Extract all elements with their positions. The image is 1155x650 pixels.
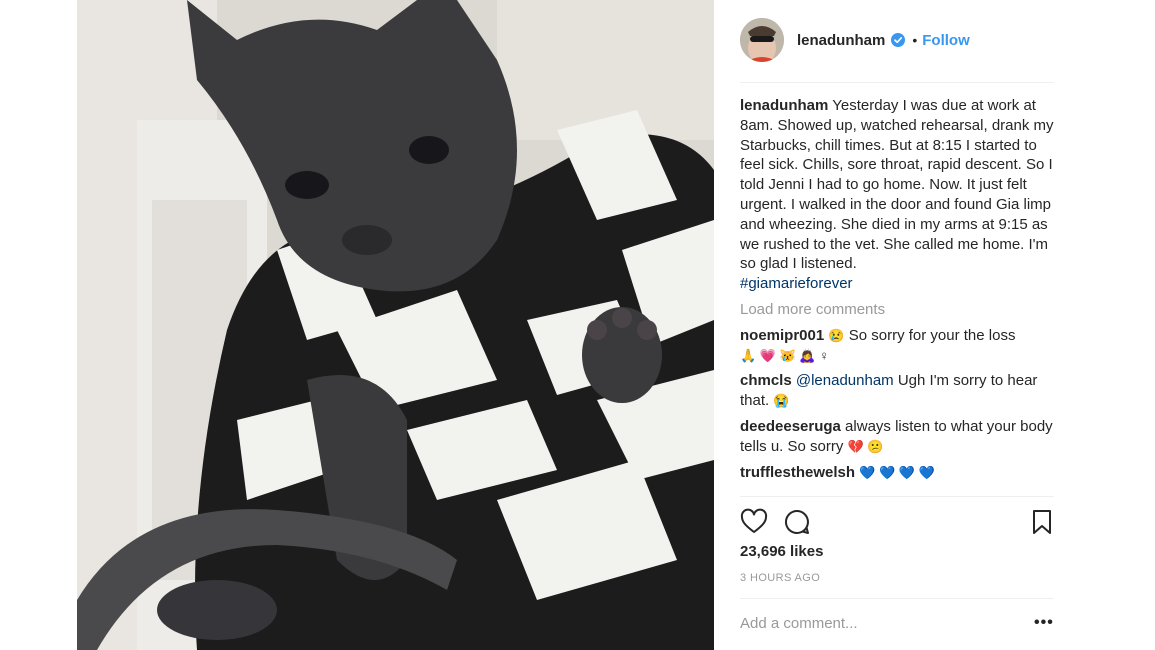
comment-emoji-line: 🙏 💗 😿 🙇‍♀️ ♀ (740, 347, 829, 363)
comment-username[interactable]: deedeeseruga (740, 418, 841, 435)
cat-in-sweater-image (77, 0, 714, 650)
comment-username[interactable]: trufflesthewelsh (740, 464, 855, 481)
avatar-image (740, 18, 784, 62)
header-divider (740, 82, 1054, 83)
action-bar (740, 508, 1054, 538)
likes-count[interactable]: 23,696 likes (740, 543, 823, 560)
follow-button[interactable]: Follow (922, 32, 970, 49)
comment-username[interactable]: noemipr001 (740, 327, 824, 344)
add-comment-divider (740, 598, 1054, 599)
post-header: lenadunham • Follow (740, 18, 1054, 62)
load-more-comments-button[interactable]: Load more comments (740, 300, 1058, 320)
comment-emoji: 💙 💙 💙 💙 (859, 464, 935, 480)
username-link[interactable]: lenadunham (797, 32, 885, 49)
post-timestamp[interactable]: 3 HOURS AGO (740, 572, 820, 584)
post-details-panel: lenadunham • Follow lenadunham Yesterday… (714, 0, 1155, 650)
comment-item: deedeeseruga always listen to what your … (740, 417, 1058, 457)
comment-mention-link[interactable]: @lenadunham (796, 372, 894, 389)
comments-divider (740, 496, 1054, 497)
comment-emoji: 😢 (828, 327, 845, 343)
comment-username[interactable]: chmcls (740, 372, 792, 389)
comment-item: trufflesthewelsh 💙 💙 💙 💙 (740, 463, 1058, 483)
comment-item: chmcls @lenadunham Ugh I'm sorry to hear… (740, 371, 1058, 411)
comment-text: So sorry for your the loss (844, 326, 1016, 344)
comment-emoji: 💔 😕 (847, 438, 884, 454)
header-separator: • (912, 32, 918, 48)
bookmark-icon[interactable] (1028, 508, 1056, 536)
heart-icon[interactable] (740, 508, 768, 536)
caption-text: Yesterday I was due at work at 8am. Show… (740, 97, 1054, 273)
caption: lenadunham Yesterday I was due at work a… (740, 96, 1058, 294)
verified-badge-icon (891, 33, 906, 47)
post-photo[interactable] (77, 0, 714, 650)
caption-username[interactable]: lenadunham (740, 97, 828, 114)
comment-icon[interactable] (783, 508, 811, 536)
more-options-icon[interactable]: ••• (1034, 614, 1054, 632)
comment-item: noemipr001 😢 So sorry for your the loss … (740, 326, 1058, 366)
avatar[interactable] (740, 18, 784, 62)
comment-emoji: 😭 (773, 393, 790, 409)
hashtag-link[interactable]: #giamarieforever (740, 275, 853, 292)
add-comment-input[interactable]: Add a comment... (740, 615, 858, 632)
comments-list: lenadunham Yesterday I was due at work a… (740, 96, 1058, 482)
